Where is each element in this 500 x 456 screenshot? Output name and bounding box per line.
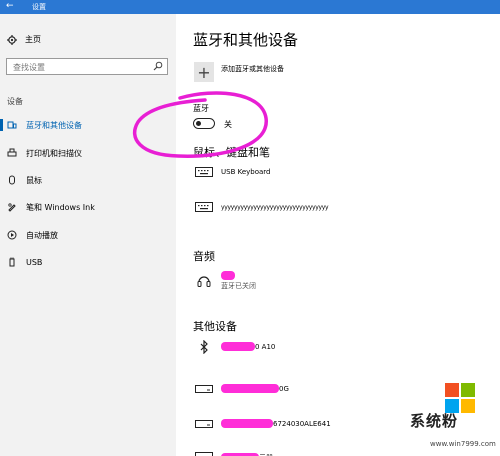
- device-name: 6724030ALE641: [273, 419, 331, 428]
- page-title: 蓝牙和其他设备: [193, 31, 299, 49]
- autoplay-icon: [7, 230, 17, 240]
- bluetooth-toggle-state: 关: [224, 120, 232, 129]
- redacted-device-name: [221, 384, 279, 393]
- drive-icon: [193, 417, 215, 431]
- sidebar-item-label: 自动播放: [26, 230, 58, 240]
- section-heading-audio: 音频: [193, 250, 215, 263]
- sidebar-item-label: USB: [26, 257, 43, 267]
- device-name: yyyyyyyyyyyyyyyyyyyyyyyyyyyyyyyyy: [221, 203, 329, 211]
- section-label-devices: 设备: [7, 97, 23, 106]
- sidebar: 主页 查找设置 设备 蓝牙和其他设备 打印机和扫描仪 鼠标 笔和 Windows…: [0, 14, 176, 456]
- redacted-device-name: [221, 419, 273, 428]
- search-placeholder: 查找设置: [13, 63, 45, 72]
- device-item-other-3[interactable]: 6724030ALE641: [193, 414, 331, 434]
- search-icon[interactable]: [153, 61, 163, 71]
- sidebar-item-label: 打印机和扫描仪: [26, 148, 82, 158]
- add-device-label[interactable]: 添加蓝牙或其他设备: [221, 64, 284, 74]
- printer-icon: [7, 148, 17, 158]
- sidebar-item-autoplay[interactable]: 自动播放: [0, 225, 176, 245]
- redacted-device-name: [221, 270, 235, 280]
- sidebar-item-label: 蓝牙和其他设备: [26, 120, 82, 130]
- back-button[interactable]: ←: [6, 1, 14, 11]
- bluetooth-devices-icon: [7, 120, 17, 130]
- watermark-url: www.win7999.com: [430, 440, 496, 448]
- mouse-icon: [7, 175, 17, 185]
- gear-icon: [7, 34, 17, 45]
- device-item-other-4[interactable]: 示器: [193, 448, 273, 456]
- device-status: 蓝牙已关闭: [221, 282, 256, 290]
- device-item-keyboard-2[interactable]: yyyyyyyyyyyyyyyyyyyyyyyyyyyyyyyyy: [193, 197, 329, 217]
- sidebar-item-printers[interactable]: 打印机和扫描仪: [0, 143, 176, 163]
- drive-icon: [193, 382, 215, 396]
- toggle-knob: [196, 120, 201, 126]
- title-bar: ← 设置: [0, 0, 500, 14]
- section-heading-other-devices: 其他设备: [193, 320, 237, 333]
- sidebar-item-usb[interactable]: USB: [0, 252, 176, 272]
- monitor-icon: [193, 451, 215, 456]
- device-item-headset[interactable]: 蓝牙已关闭: [193, 268, 256, 294]
- device-item-other-1[interactable]: 0 A10: [193, 337, 275, 357]
- bluetooth-icon: [193, 340, 215, 354]
- sidebar-item-bluetooth[interactable]: 蓝牙和其他设备: [0, 115, 176, 135]
- sidebar-item-label: 鼠标: [26, 175, 42, 185]
- device-name: 0G: [279, 384, 289, 393]
- keyboard-icon: [193, 165, 215, 179]
- bluetooth-toggle[interactable]: [193, 118, 215, 129]
- sidebar-item-pen[interactable]: 笔和 Windows Ink: [0, 197, 176, 217]
- windows-logo-watermark: [445, 383, 475, 413]
- sidebar-item-label: 笔和 Windows Ink: [26, 202, 95, 212]
- device-item-other-2[interactable]: 0G: [193, 379, 289, 399]
- headset-icon: [193, 274, 215, 288]
- redacted-device-name: [221, 342, 255, 351]
- sidebar-item-mouse[interactable]: 鼠标: [0, 170, 176, 190]
- device-name: USB Keyboard: [221, 167, 271, 176]
- add-device-button[interactable]: +: [194, 62, 214, 82]
- search-input[interactable]: 查找设置: [6, 58, 168, 75]
- sidebar-item-home[interactable]: 主页: [7, 34, 41, 45]
- device-name: 0 A10: [255, 342, 276, 351]
- section-heading-input-devices: 鼠标、键盘和笔: [193, 146, 270, 159]
- device-item-usb-keyboard[interactable]: USB Keyboard: [193, 162, 271, 182]
- keyboard-icon: [193, 200, 215, 214]
- plus-icon: +: [197, 62, 211, 82]
- pen-icon: [7, 202, 17, 212]
- window-title: 设置: [32, 3, 46, 11]
- sidebar-home-label: 主页: [25, 35, 41, 44]
- watermark-brand: 系统粉: [410, 412, 459, 430]
- bluetooth-label: 蓝牙: [193, 104, 209, 113]
- usb-icon: [7, 257, 17, 267]
